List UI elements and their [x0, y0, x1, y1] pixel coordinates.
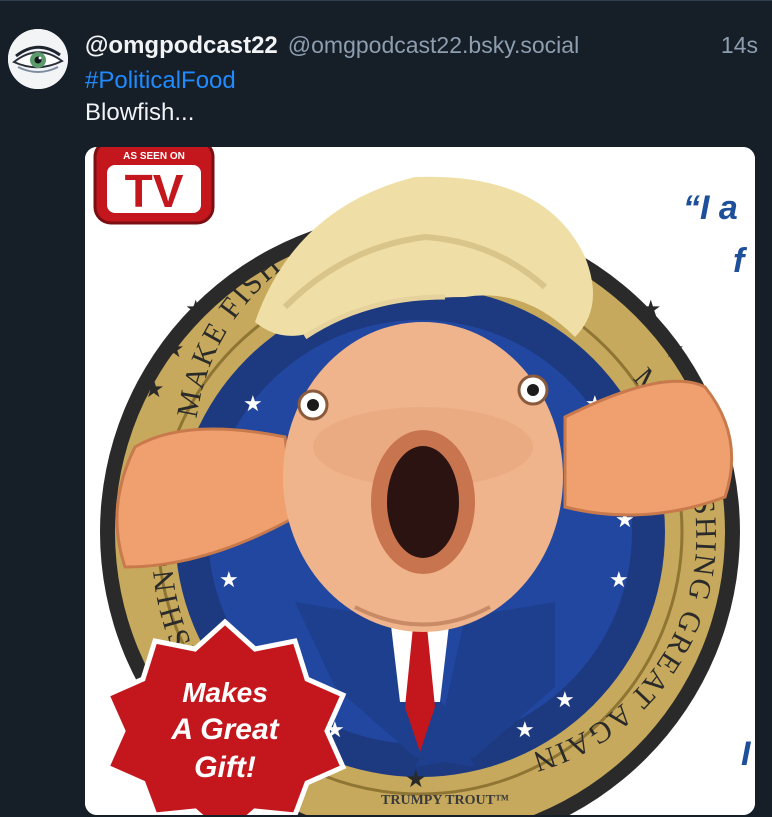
- svg-text:★: ★: [243, 392, 263, 417]
- author-handle[interactable]: @omgpodcast22.bsky.social: [288, 32, 579, 59]
- svg-text:★: ★: [405, 765, 427, 793]
- quote-text-line3: I: [741, 735, 752, 773]
- tv-badge-top-text: AS SEEN ON: [123, 151, 185, 162]
- gift-text-line2: A Great: [170, 713, 280, 746]
- svg-text:★: ★: [515, 718, 535, 743]
- svg-text:★: ★: [663, 335, 685, 363]
- author-avatar[interactable]: [8, 29, 68, 89]
- seal-bottom-text: TRUMPY TROUT™: [381, 793, 509, 808]
- quote-text-line1: “I a: [683, 189, 738, 227]
- trumpy-trout-product-image: ★★ ★★ ★★ ★★ ★★ ★★ ★★ ★★ ★★ ★ MAKE FISH .…: [85, 147, 755, 815]
- eye-avatar-icon: [8, 29, 68, 89]
- svg-text:★: ★: [163, 335, 185, 363]
- hashtag-link[interactable]: #PoliticalFood: [85, 67, 236, 95]
- svg-text:★: ★: [219, 568, 239, 593]
- post-image[interactable]: ★★ ★★ ★★ ★★ ★★ ★★ ★★ ★★ ★★ ★ MAKE FISH .…: [85, 147, 755, 815]
- svg-text:★: ★: [640, 295, 662, 323]
- post-timestamp[interactable]: 14s: [721, 32, 758, 59]
- svg-text:★: ★: [609, 568, 629, 593]
- post-header: @omgpodcast22 @omgpodcast22.bsky.social …: [85, 32, 758, 60]
- gift-text-line3: Gift!: [194, 751, 256, 784]
- svg-text:★: ★: [555, 688, 575, 713]
- gift-text-line1: Makes: [182, 677, 268, 708]
- fish-head: [283, 322, 563, 632]
- author-display-name[interactable]: @omgpodcast22: [85, 32, 278, 60]
- as-seen-on-tv-badge: AS SEEN ON TV: [93, 147, 215, 225]
- svg-text:★: ★: [185, 295, 207, 323]
- post-text: Blowfish...: [85, 99, 195, 126]
- post-item[interactable]: @omgpodcast22 @omgpodcast22.bsky.social …: [0, 0, 772, 817]
- tv-badge-main-text: TV: [125, 165, 184, 217]
- svg-text:★: ★: [143, 375, 165, 403]
